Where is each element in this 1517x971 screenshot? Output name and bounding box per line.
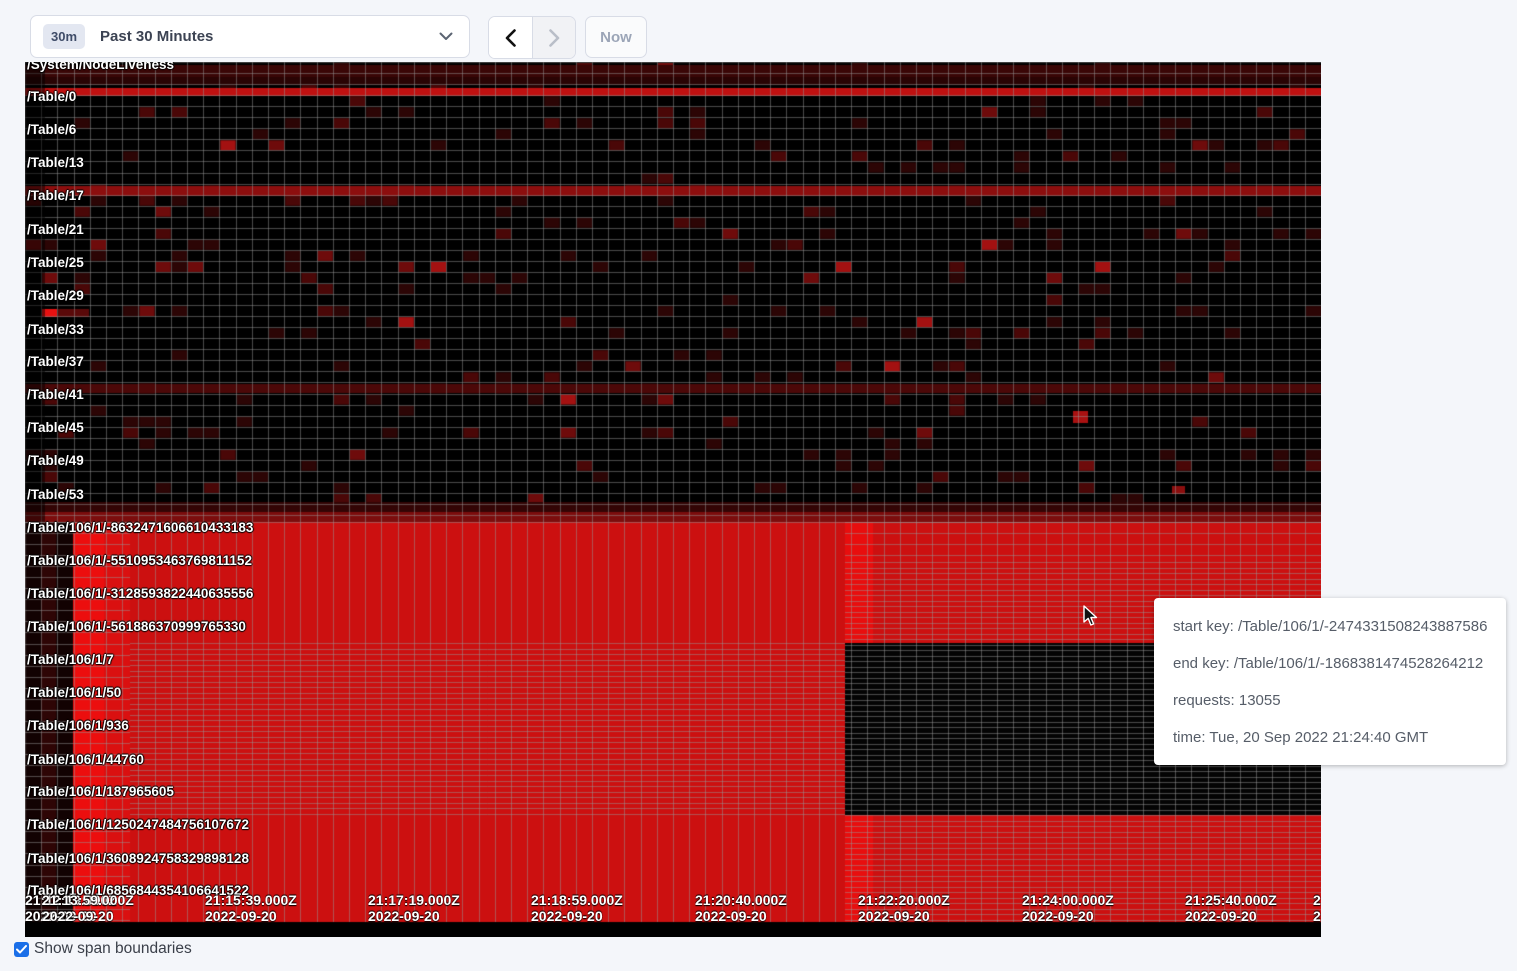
row-label: /Table/106/1/50: [27, 685, 121, 701]
time-axis-label: 21:17:19.000Z2022-09-20: [368, 892, 460, 924]
row-label: /Table/106/1/1250247484756107672: [27, 817, 249, 833]
time-nav-group: [488, 16, 576, 59]
span-boundaries-checkbox[interactable]: [14, 942, 29, 957]
footer-controls: Show span boundaries: [14, 940, 192, 958]
row-label: /Table/45: [27, 420, 84, 436]
heatmap-canvas[interactable]: [25, 62, 1321, 937]
chevron-down-icon: [439, 32, 453, 41]
row-label: /Table/106/1/-561886370999765330: [27, 619, 246, 635]
row-label: /System/NodeLiveness: [27, 62, 174, 73]
row-label: /Table/106/1/187965605: [27, 784, 174, 800]
row-label: /Table/29: [27, 288, 84, 304]
time-range-badge: 30m: [43, 24, 85, 49]
row-label: /Table/0: [27, 89, 76, 105]
row-label: /Table/106/1/3608924758329898128: [27, 851, 249, 867]
tooltip-start-key: start key: /Table/106/1/-247433150824388…: [1173, 619, 1496, 635]
row-label: /Table/106/1/44760: [27, 752, 144, 768]
time-range-label: Past 30 Minutes: [100, 28, 213, 45]
row-label: /Table/37: [27, 354, 84, 370]
hover-tooltip: start key: /Table/106/1/-247433150824388…: [1154, 598, 1506, 765]
mouse-cursor-icon: [1082, 605, 1100, 627]
row-label: /Table/17: [27, 188, 84, 204]
key-visualizer[interactable]: /System/NodeLiveness/Table/0/Table/6/Tab…: [25, 62, 1321, 937]
next-button[interactable]: [532, 17, 575, 58]
row-label: /Table/13: [27, 155, 84, 171]
row-label: /Table/25: [27, 255, 84, 271]
tooltip-requests: requests: 13055: [1173, 693, 1496, 709]
row-label: /Table/6: [27, 122, 76, 138]
row-label: /Table/53: [27, 487, 84, 503]
time-axis-label: 21:20:40.000Z2022-09-20: [695, 892, 787, 924]
tooltip-time: time: Tue, 20 Sep 2022 21:24:40 GMT: [1173, 730, 1496, 746]
row-label: /Table/33: [27, 322, 84, 338]
row-label: /Table/41: [27, 387, 84, 403]
chevron-left-icon: [505, 29, 516, 47]
row-label: /Table/21: [27, 222, 84, 238]
time-axis-label: 21:13:59.000Z2022-09-20: [42, 892, 134, 924]
time-axis-label: 21:27:20.000Z2022-09-20: [1313, 892, 1321, 924]
prev-button[interactable]: [489, 17, 532, 58]
row-label: /Table/106/1/936: [27, 718, 129, 734]
time-axis-label: 21:25:40.000Z2022-09-20: [1185, 892, 1277, 924]
span-boundaries-label: Show span boundaries: [34, 940, 192, 958]
row-label: /Table/106/1/-8632471606610433183: [27, 520, 253, 536]
time-axis-label: 21:15:39.000Z2022-09-20: [205, 892, 297, 924]
time-axis-label: 21:22:20.000Z2022-09-20: [858, 892, 950, 924]
row-label: /Table/49: [27, 453, 84, 469]
row-label: /Table/106/1/-3128593822440635556: [27, 586, 253, 602]
tooltip-end-key: end key: /Table/106/1/-18683814745282642…: [1173, 656, 1496, 672]
chevron-right-icon: [549, 29, 560, 47]
time-range-dropdown[interactable]: 30m Past 30 Minutes: [30, 15, 470, 58]
time-axis-label: 21:18:59.000Z2022-09-20: [531, 892, 623, 924]
row-label: /Table/106/1/-5510953463769811152: [27, 553, 252, 569]
check-icon: [16, 945, 27, 954]
now-button[interactable]: Now: [585, 16, 647, 58]
time-axis-label: 21:24:00.000Z2022-09-20: [1022, 892, 1114, 924]
row-label: /Table/106/1/7: [27, 652, 114, 668]
